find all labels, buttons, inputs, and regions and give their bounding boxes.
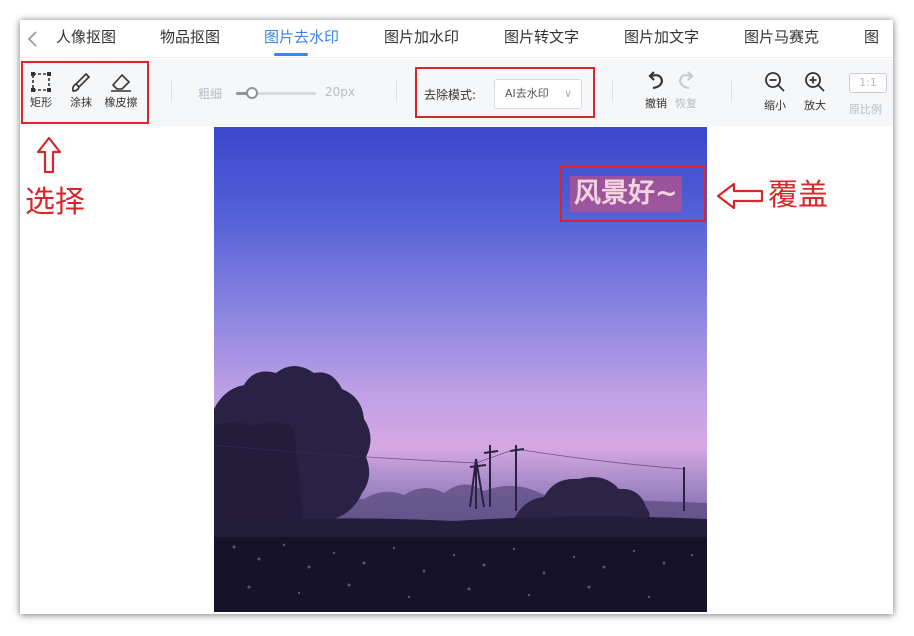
toolbar-divider [731,81,732,101]
annotation-select-label: 选择 [25,185,85,220]
redo-label: 恢复 [675,97,697,110]
annotation-tools-highlight [21,61,149,124]
original-ratio-label: 原比例 [849,103,882,116]
zoom-out-icon [764,71,786,97]
redo-button[interactable]: 恢复 [668,71,704,111]
original-ratio-button[interactable]: 1:1 [849,73,887,93]
removal-mode-select[interactable]: AI去水印 ∨ [494,79,582,109]
zoom-in-icon [804,71,826,97]
tab-bar: 人像抠图 物品抠图 图片去水印 图片加水印 图片转文字 图片加文字 图片马赛克 … [20,20,893,58]
up-arrow-icon [36,136,62,174]
toolbar-divider [396,81,397,101]
undo-icon [645,71,667,95]
watermark-highlight-box [560,166,706,222]
back-chevron-icon[interactable] [26,29,40,49]
zoom-out-button[interactable]: 缩小 [757,71,793,113]
annotation-cover-label: 覆盖 [768,178,828,213]
undo-label: 撤销 [645,97,667,110]
redo-icon [675,71,697,95]
chevron-down-icon: ∨ [563,87,572,100]
left-arrow-icon [716,182,764,210]
removal-mode-label: 去除模式: [424,88,477,102]
active-tab-indicator [274,53,308,56]
tab-more[interactable]: 图 [864,27,879,47]
toolbar-divider [171,81,172,101]
removal-mode-value: AI去水印 [505,87,549,100]
tab-remove-watermark[interactable]: 图片去水印 [264,27,339,47]
zoom-out-label: 缩小 [764,99,786,112]
tab-portrait-cutout[interactable]: 人像抠图 [56,27,116,47]
brush-size-label: 粗细 [198,87,223,101]
zoom-in-label: 放大 [804,99,826,112]
tab-mosaic[interactable]: 图片马赛克 [744,27,819,47]
tab-object-cutout[interactable]: 物品抠图 [160,27,220,47]
brush-size-value: 20px [325,85,355,99]
zoom-in-button[interactable]: 放大 [797,71,833,113]
tab-image-to-text[interactable]: 图片转文字 [504,27,579,47]
toolbar-divider [612,81,613,101]
tab-add-text[interactable]: 图片加文字 [624,27,699,47]
brush-size-slider-thumb[interactable] [246,87,258,99]
tab-add-watermark[interactable]: 图片加水印 [384,27,459,47]
